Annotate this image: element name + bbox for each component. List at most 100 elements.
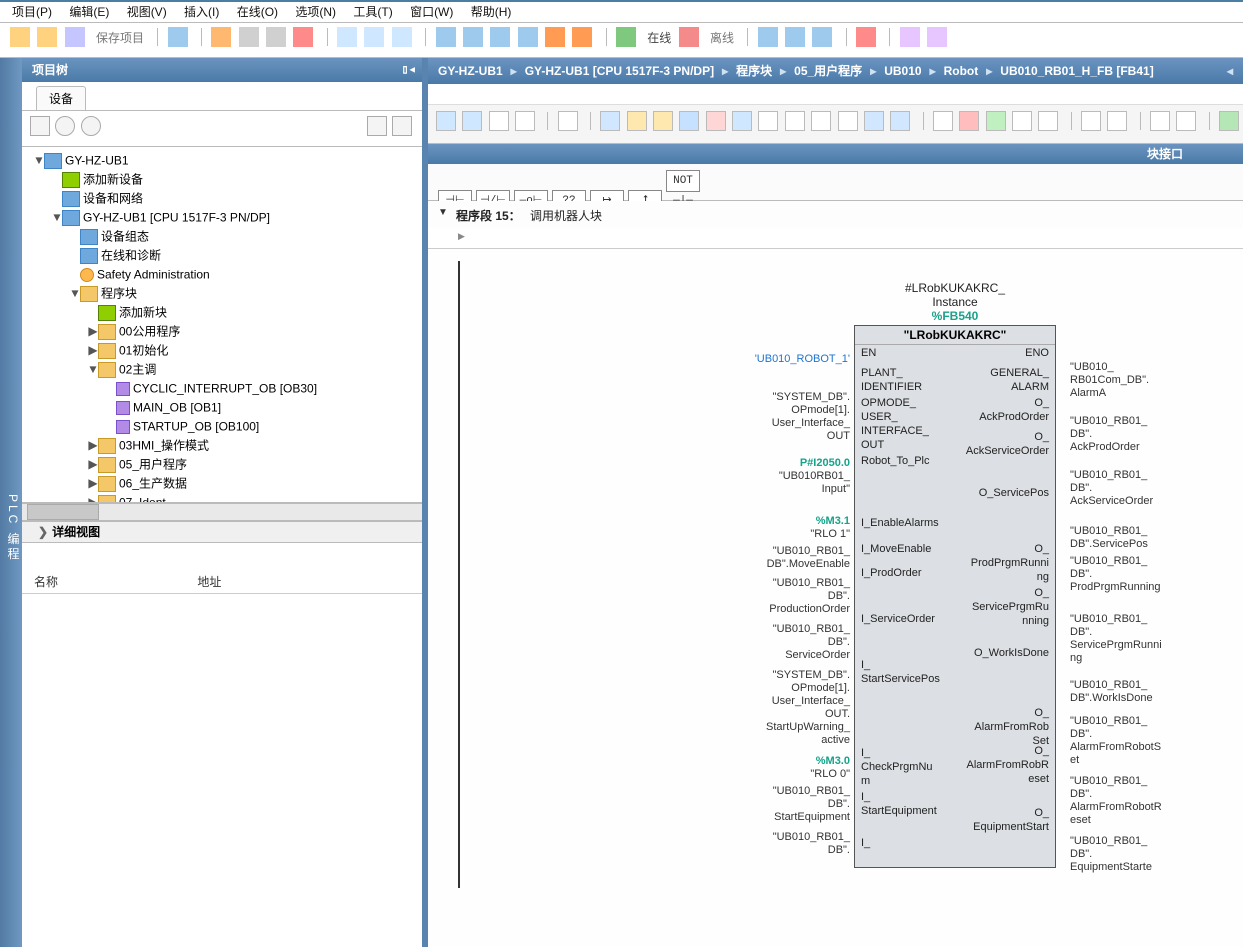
menu-insert[interactable]: 插入(I) bbox=[184, 5, 219, 19]
fb-output-operand[interactable]: "UB010_RB01_DB".AlarmFromRobotReset bbox=[1070, 775, 1243, 827]
fb-output-pin[interactable]: O_AckServiceOrder bbox=[956, 429, 1056, 485]
breadcrumb-item[interactable]: UB010 bbox=[884, 58, 921, 84]
tree-caret[interactable]: ▶ bbox=[88, 494, 98, 503]
fb-input-pin[interactable]: Robot_To_Plc bbox=[855, 453, 955, 515]
tab-devices[interactable]: 设备 bbox=[36, 86, 86, 110]
compile-icon[interactable] bbox=[490, 27, 510, 47]
redo-icon[interactable] bbox=[364, 27, 384, 47]
offline-label[interactable]: 离线 bbox=[710, 29, 734, 46]
open-project-icon[interactable] bbox=[37, 27, 57, 47]
fb-input-operand[interactable]: %M3.1"RLO 1" bbox=[630, 515, 850, 541]
et-icon24[interactable] bbox=[1176, 111, 1196, 131]
paste-icon[interactable] bbox=[266, 27, 286, 47]
fb-input-operand[interactable]: "UB010_RB01_DB".ProductionOrder bbox=[630, 577, 850, 616]
tree-item[interactable]: ▶05_用户程序 bbox=[22, 455, 422, 474]
side-tab-plc-programming[interactable]: PLC 编程 bbox=[0, 58, 22, 947]
menu-options[interactable]: 选项(N) bbox=[295, 5, 336, 19]
menu-edit[interactable]: 编辑(E) bbox=[69, 5, 109, 19]
fb-input-operand[interactable]: %M3.0"RLO 0" bbox=[630, 755, 850, 781]
tree-item[interactable]: STARTUP_OB [OB100] bbox=[22, 417, 422, 436]
et-icon5[interactable] bbox=[627, 111, 647, 131]
fb-output-operand[interactable]: "UB010_RB01_DB".EquipmentStarte bbox=[1070, 835, 1243, 874]
lad-insert-button[interactable]: NOT —|— bbox=[666, 170, 700, 192]
fb-output-pin[interactable]: O_WorkIsDone bbox=[956, 645, 1056, 705]
et-icon16[interactable] bbox=[933, 111, 953, 131]
et-icon6[interactable] bbox=[653, 111, 673, 131]
tree-item[interactable]: ▶06_生产数据 bbox=[22, 474, 422, 493]
online-label[interactable]: 在线 bbox=[647, 29, 671, 46]
fb-output-operand[interactable]: "UB010_RB01_DB".AlarmFromRobotSet bbox=[1070, 715, 1243, 767]
tree-item[interactable]: 设备组态 bbox=[22, 227, 422, 246]
tree-view2-icon[interactable] bbox=[392, 116, 412, 136]
et-icon11[interactable] bbox=[785, 111, 805, 131]
print-icon[interactable] bbox=[168, 27, 188, 47]
fb-input-pin[interactable]: PLANT_IDENTIFIER bbox=[855, 365, 955, 395]
et-icon7[interactable] bbox=[679, 111, 699, 131]
fb-output-pin[interactable]: GENERAL_ALARM bbox=[956, 365, 1056, 395]
et-icon12[interactable] bbox=[811, 111, 831, 131]
tree-item[interactable]: Safety Administration bbox=[22, 265, 422, 284]
menu-window[interactable]: 窗口(W) bbox=[410, 5, 453, 19]
fb-output-operand[interactable]: "UB010_RB01_DB".ServicePrgmRunning bbox=[1070, 613, 1243, 665]
breadcrumb[interactable]: GY-HZ-UB1▸GY-HZ-UB1 [CPU 1517F-3 PN/DP]▸… bbox=[428, 58, 1243, 84]
block-interface-strip[interactable]: 块接口 bbox=[428, 144, 1243, 164]
cut-icon[interactable] bbox=[211, 27, 231, 47]
go-offline-icon[interactable] bbox=[679, 27, 699, 47]
menu-bar[interactable]: 项目(P) 编辑(E) 视图(V) 插入(I) 在线(O) 选项(N) 工具(T… bbox=[0, 0, 1243, 23]
acc3-icon[interactable] bbox=[812, 27, 832, 47]
cross-icon[interactable] bbox=[856, 27, 876, 47]
et-icon22[interactable] bbox=[1107, 111, 1127, 131]
et-icon23[interactable] bbox=[1150, 111, 1170, 131]
acc2-icon[interactable] bbox=[785, 27, 805, 47]
fb-box[interactable]: "LRobKUKAKRC" ENPLANT_IDENTIFIEROPMODE_U… bbox=[854, 325, 1056, 868]
tree-item[interactable]: 设备和网络 bbox=[22, 189, 422, 208]
breadcrumb-item[interactable]: 程序块 bbox=[736, 58, 772, 84]
fb-input-pin[interactable]: I_EnableAlarms bbox=[855, 515, 955, 541]
download-icon[interactable] bbox=[436, 27, 456, 47]
tree-view1-icon[interactable] bbox=[367, 116, 387, 136]
detail-view-title[interactable]: 详细视图 bbox=[22, 521, 422, 543]
fb-output-pin[interactable]: O_EquipmentStart bbox=[956, 805, 1056, 863]
et-icon17[interactable] bbox=[959, 111, 979, 131]
fb-input-operand[interactable]: "UB010_RB01_DB".MoveEnable bbox=[630, 545, 850, 571]
tree-nav-fwd-icon[interactable] bbox=[81, 116, 101, 136]
menu-file[interactable]: 项目(P) bbox=[12, 5, 52, 19]
fb-input-pin[interactable]: I_StartEquipment bbox=[855, 789, 955, 835]
et-icon15[interactable] bbox=[890, 111, 910, 131]
tree-item[interactable]: ▶03HMI_操作模式 bbox=[22, 436, 422, 455]
et-icon14[interactable] bbox=[864, 111, 884, 131]
tree-item[interactable]: ▶00公用程序 bbox=[22, 322, 422, 341]
tree-caret[interactable]: ▶ bbox=[88, 342, 98, 361]
fb-output-operand[interactable]: "UB010_RB01_DB".AckProdOrder bbox=[1070, 415, 1243, 454]
fb-output-operand[interactable]: "UB010_RB01_DB".ServicePos bbox=[1070, 525, 1243, 551]
kop-icon2[interactable] bbox=[462, 111, 482, 131]
menu-online[interactable]: 在线(O) bbox=[237, 5, 278, 19]
et-icon21[interactable] bbox=[1081, 111, 1101, 131]
tree-caret[interactable]: ▶ bbox=[88, 437, 98, 456]
project-tree[interactable]: ▼GY-HZ-UB1 添加新设备 设备和网络▼GY-HZ-UB1 [CPU 15… bbox=[22, 146, 422, 503]
menu-tools[interactable]: 工具(T) bbox=[353, 5, 392, 19]
fb-input-pin[interactable]: OPMODE_USER_INTERFACE_OUT bbox=[855, 395, 955, 453]
fb-input-operand[interactable]: "UB010_RB01_DB".StartEquipment bbox=[630, 785, 850, 824]
fb-output-pin[interactable]: O_ServicePos bbox=[956, 485, 1056, 541]
menu-help[interactable]: 帮助(H) bbox=[471, 5, 512, 19]
tree-item[interactable]: ▶01初始化 bbox=[22, 341, 422, 360]
et-icon4[interactable] bbox=[600, 111, 620, 131]
et-icon19[interactable] bbox=[1012, 111, 1032, 131]
tree-nav-back-icon[interactable] bbox=[55, 116, 75, 136]
et-icon18[interactable] bbox=[986, 111, 1006, 131]
download2-icon[interactable] bbox=[518, 27, 538, 47]
fb-input-operand[interactable]: "SYSTEM_DB".OPmode[1].User_Interface_OUT bbox=[630, 391, 850, 443]
fb-input-pin[interactable]: I_MoveEnable bbox=[855, 541, 955, 565]
breadcrumb-item[interactable]: GY-HZ-UB1 bbox=[438, 58, 503, 84]
et-icon1[interactable] bbox=[489, 111, 509, 131]
tree-caret[interactable]: ▼ bbox=[52, 209, 62, 228]
network-title[interactable]: 程序段 15： 调用机器人块 bbox=[428, 201, 1243, 228]
copy-icon[interactable] bbox=[239, 27, 259, 47]
et-icon25[interactable] bbox=[1219, 111, 1239, 131]
fb-output-pin[interactable]: O_AckProdOrder bbox=[956, 395, 1056, 429]
fb-output-pin[interactable]: O_AlarmFromRobReset bbox=[956, 743, 1056, 805]
panel-collapse-icon[interactable]: ▯◂ bbox=[402, 58, 416, 82]
tree-caret[interactable]: ▶ bbox=[88, 475, 98, 494]
tree-caret[interactable]: ▼ bbox=[70, 285, 80, 304]
